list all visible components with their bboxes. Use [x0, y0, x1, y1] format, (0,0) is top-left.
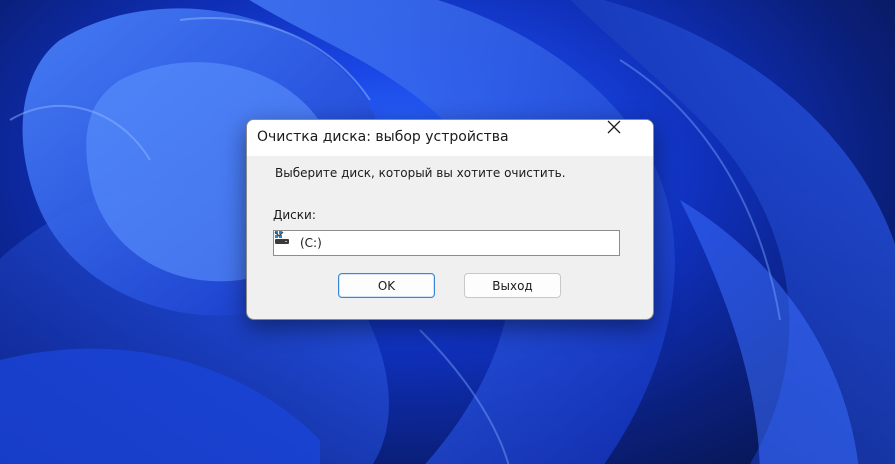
ok-button[interactable]: OK: [338, 273, 435, 298]
prompt-text: Выберите диск, который вы хотите очистит…: [275, 166, 566, 180]
dialog-titlebar[interactable]: Очистка диска: выбор устройства: [247, 120, 653, 156]
close-button[interactable]: [607, 120, 653, 156]
selected-drive: (C:): [300, 236, 322, 250]
exit-button[interactable]: Выход: [464, 273, 561, 298]
drive-dropdown[interactable]: (C:): [273, 230, 620, 256]
close-icon: [607, 120, 621, 134]
desktop-wallpaper: Очистка диска: выбор устройства Выберите…: [0, 0, 895, 464]
disk-cleanup-dialog: Очистка диска: выбор устройства Выберите…: [246, 119, 654, 320]
dialog-title: Очистка диска: выбор устройства: [257, 129, 509, 145]
chevron-down-icon: [274, 231, 284, 237]
drives-label: Диски:: [273, 208, 316, 222]
